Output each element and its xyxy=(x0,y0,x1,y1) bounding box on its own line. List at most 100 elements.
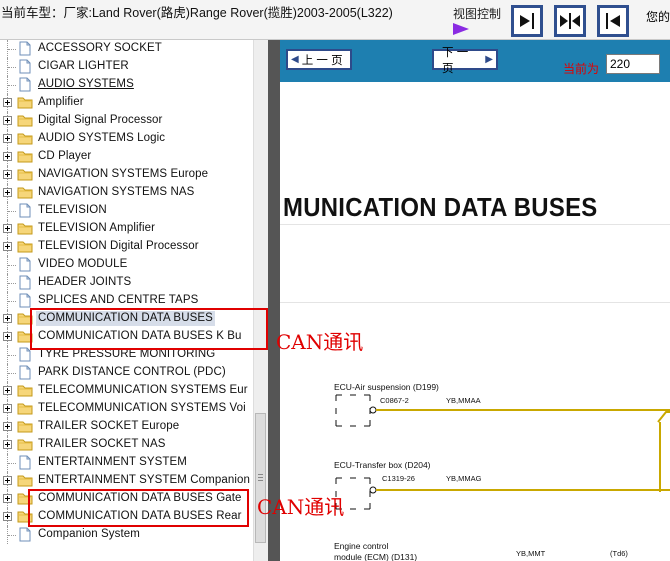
scroll-grip-line xyxy=(258,480,263,481)
purple-arrow-icon xyxy=(453,23,469,35)
expand-plus-icon[interactable] xyxy=(3,98,12,107)
tree-scrollbar-thumb[interactable] xyxy=(255,413,266,543)
folder-icon xyxy=(17,97,33,109)
diagram-document: MUNICATION DATA BUSES ECU-Air suspension… xyxy=(280,82,670,561)
expand-plus-icon[interactable] xyxy=(3,494,12,503)
document-icon xyxy=(19,203,31,218)
arrow-left-icon: ◀ xyxy=(291,54,299,65)
ecu-transfer-box-wire: YB,MMAG xyxy=(446,474,482,483)
tree-connector xyxy=(8,85,16,86)
arrow-left-bar-icon xyxy=(606,13,620,29)
next-page-button[interactable]: 下 一 页 ▶ xyxy=(432,47,498,75)
wiring-diagram xyxy=(335,394,670,510)
scroll-grip-line xyxy=(258,477,263,478)
tree-item[interactable]: ENTERTAINMENT SYSTEM xyxy=(0,454,252,472)
expand-plus-icon[interactable] xyxy=(3,170,12,179)
tree-item-label: TELEVISION Amplifier xyxy=(38,222,156,234)
expand-plus-icon[interactable] xyxy=(3,224,12,233)
tree-item-label: TRAILER SOCKET Europe xyxy=(38,420,180,432)
document-icon xyxy=(19,41,31,56)
tree-item-label: PARK DISTANCE CONTROL (PDC) xyxy=(38,366,226,378)
tree-item-label: AUDIO SYSTEMS xyxy=(38,78,134,90)
folder-icon xyxy=(17,133,33,145)
tree-item[interactable]: NAVIGATION SYSTEMS Europe xyxy=(0,166,252,184)
folder-icon xyxy=(17,475,33,487)
tree-item[interactable]: ACCESSORY SOCKET xyxy=(0,40,252,58)
document-icon xyxy=(19,293,31,308)
tree-connector xyxy=(8,463,16,464)
tree-item[interactable]: TELEVISION Amplifier xyxy=(0,220,252,238)
expand-plus-icon[interactable] xyxy=(3,188,12,197)
tree-item-label: TELEVISION Digital Processor xyxy=(38,240,199,252)
expand-plus-icon[interactable] xyxy=(3,152,12,161)
annotation-box-can-2 xyxy=(28,489,249,527)
tree-item[interactable]: AUDIO SYSTEMS Logic xyxy=(0,130,252,148)
tree-item-label: Digital Signal Processor xyxy=(38,114,163,126)
tree-item-label: NAVIGATION SYSTEMS NAS xyxy=(38,186,195,198)
tree-item[interactable]: CIGAR LIGHTER xyxy=(0,58,252,76)
tree-item[interactable]: HEADER JOINTS xyxy=(0,274,252,292)
expand-plus-icon[interactable] xyxy=(3,422,12,431)
tree-item[interactable]: AUDIO SYSTEMS xyxy=(0,76,252,94)
tree-item[interactable]: CD Player xyxy=(0,148,252,166)
tree-item[interactable]: NAVIGATION SYSTEMS NAS xyxy=(0,184,252,202)
expand-left-button[interactable] xyxy=(597,5,629,37)
expand-plus-icon[interactable] xyxy=(3,512,12,521)
expand-plus-icon[interactable] xyxy=(3,314,12,323)
current-page-input[interactable] xyxy=(606,54,660,74)
tree-item[interactable]: PARK DISTANCE CONTROL (PDC) xyxy=(0,364,252,382)
right-info-text: 您的 8703 xyxy=(646,10,670,24)
prev-page-button[interactable]: ◀ 上 一 页 xyxy=(286,49,352,70)
expand-plus-icon[interactable] xyxy=(3,386,12,395)
annotation-can-2: CAN通讯 xyxy=(257,495,345,519)
tree-item[interactable]: TRAILER SOCKET NAS xyxy=(0,436,252,454)
ecu-transfer-box-pin: C1319-26 xyxy=(382,474,415,483)
expand-plus-icon[interactable] xyxy=(3,440,12,449)
ecu-air-suspension-label: ECU-Air suspension (D199) xyxy=(334,382,439,392)
ecu-transfer-box-label: ECU-Transfer box (D204) xyxy=(334,460,431,470)
tree-item[interactable]: Amplifier xyxy=(0,94,252,112)
tree-connector xyxy=(8,535,16,536)
tree-connector xyxy=(8,355,16,356)
expand-plus-icon[interactable] xyxy=(3,242,12,251)
tree-item-label: AUDIO SYSTEMS Logic xyxy=(38,132,166,144)
panel-splitter[interactable] xyxy=(268,40,280,561)
tree-connector xyxy=(8,49,16,50)
folder-icon xyxy=(17,223,33,235)
tree-item-label: TELECOMMUNICATION SYSTEMS Voi xyxy=(38,402,246,414)
expand-plus-icon[interactable] xyxy=(3,134,12,143)
tree-item-label: Amplifier xyxy=(38,96,84,108)
tree-item[interactable]: TELECOMMUNICATION SYSTEMS Voi xyxy=(0,400,252,418)
annotation-can-1: CAN通讯 xyxy=(276,330,364,354)
tree-item-label: CIGAR LIGHTER xyxy=(38,60,129,72)
tree-item[interactable]: VIDEO MODULE xyxy=(0,256,252,274)
tree-item-label: ENTERTAINMENT SYSTEM Companion xyxy=(38,474,250,486)
expand-plus-icon[interactable] xyxy=(3,476,12,485)
tree-item-label: TELECOMMUNICATION SYSTEMS Eur xyxy=(38,384,248,396)
tree-item[interactable]: TRAILER SOCKET Europe xyxy=(0,418,252,436)
document-icon xyxy=(19,275,31,290)
document-icon xyxy=(19,59,31,74)
arrow-right-bar-icon xyxy=(520,13,534,29)
tree-item-label: CD Player xyxy=(38,150,92,162)
split-view-button[interactable] xyxy=(554,5,586,37)
tree-item[interactable]: TELEVISION xyxy=(0,202,252,220)
tree-item[interactable]: Companion System xyxy=(0,526,252,544)
ecm-label-line1: Engine control xyxy=(334,541,389,551)
tree-item[interactable]: Digital Signal Processor xyxy=(0,112,252,130)
tree-connector xyxy=(8,265,16,266)
expand-plus-icon[interactable] xyxy=(3,332,12,341)
collapse-left-button[interactable] xyxy=(511,5,543,37)
document-icon xyxy=(19,77,31,92)
document-icon xyxy=(19,527,31,542)
tree-item-label: ENTERTAINMENT SYSTEM xyxy=(38,456,187,468)
tree-item[interactable]: TELECOMMUNICATION SYSTEMS Eur xyxy=(0,382,252,400)
tree-item[interactable]: ENTERTAINMENT SYSTEM Companion xyxy=(0,472,252,490)
expand-plus-icon[interactable] xyxy=(3,404,12,413)
tree-item-label: Companion System xyxy=(38,528,140,540)
expand-plus-icon[interactable] xyxy=(3,116,12,125)
ecm-wire: YB,MMT xyxy=(516,549,546,558)
view-control-label: 视图控制 xyxy=(453,7,502,21)
ecu-air-suspension-box xyxy=(335,394,377,427)
tree-item[interactable]: TELEVISION Digital Processor xyxy=(0,238,252,256)
